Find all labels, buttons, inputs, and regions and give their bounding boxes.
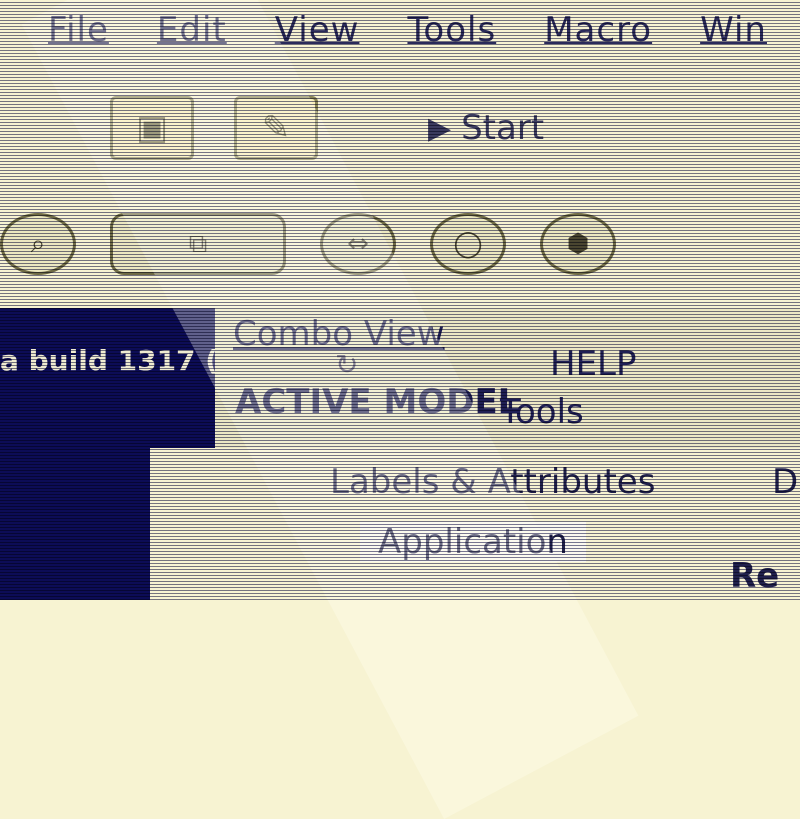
application-item[interactable]: Application [360, 522, 586, 562]
play-icon: ▶ [428, 110, 452, 146]
version-text: a build 1317 (C) [0, 344, 215, 377]
tabs-area: Combo View ↻ ACTIVE MODEL HELP Tools [215, 308, 800, 448]
properties-panel: Labels & Attributes D Application Re [0, 448, 800, 600]
group-icon[interactable]: ⧉ [110, 213, 286, 275]
main-toolbar: ▣ ✎ ▶ Start [0, 78, 800, 178]
menu-view[interactable]: View [275, 10, 360, 50]
photo-edit-icon[interactable]: ✎ [234, 96, 318, 160]
menu-bar: File Edit View Tools Macro Win [0, 0, 800, 60]
menu-tools[interactable]: Tools [407, 10, 496, 50]
start-button[interactable]: ▶ Start [428, 108, 544, 148]
partial-right-item[interactable]: D [772, 462, 798, 502]
probe-icon[interactable]: ⌕ [0, 213, 76, 275]
menu-file[interactable]: File [48, 10, 109, 50]
tab-tools[interactable]: Tools [500, 392, 584, 432]
labels-attributes-item[interactable]: Labels & Attributes [330, 462, 655, 502]
start-label: Start [461, 108, 545, 148]
workbench-band: a build 1317 (C) Combo View ↻ ACTIVE MOD… [0, 308, 800, 448]
node-icon[interactable]: ⬢ [540, 213, 616, 275]
scale-icon[interactable]: ⇔ [320, 213, 396, 275]
menu-edit[interactable]: Edit [157, 10, 227, 50]
document-icon[interactable]: ▣ [110, 96, 194, 160]
refresh-icon[interactable]: ↻ [335, 348, 358, 381]
partial-bottom-item[interactable]: Re [730, 556, 779, 596]
active-model-label: ACTIVE MODEL [235, 382, 520, 422]
secondary-toolbar: ⌕ ⧉ ⇔ ◯ ⬢ [0, 196, 800, 292]
panel-sidebar [0, 448, 150, 600]
tab-help[interactable]: HELP [550, 344, 637, 384]
menu-macro[interactable]: Macro [544, 10, 652, 50]
menu-window[interactable]: Win [700, 10, 767, 50]
circle-icon[interactable]: ◯ [430, 213, 506, 275]
